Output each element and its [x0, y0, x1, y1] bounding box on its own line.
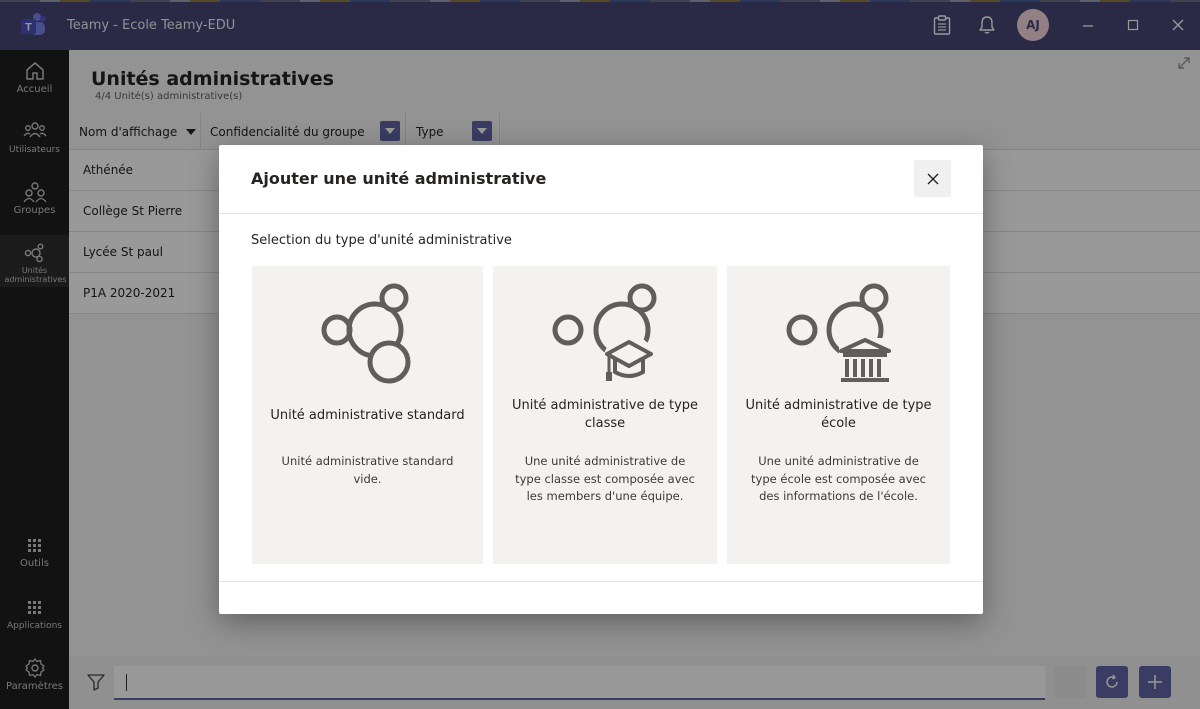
card-title: Unité administrative de type école	[745, 398, 932, 431]
add-admin-unit-dialog: Ajouter une unité administrative Selecti…	[219, 145, 983, 614]
close-icon	[927, 173, 938, 184]
card-standard-unit[interactable]: Unité administrative standard Unité admi…	[252, 266, 483, 564]
section-label: Selection du type d'unité administrative	[251, 233, 512, 248]
dialog-title: Ajouter une unité administrative	[251, 169, 547, 188]
card-title: Unité administrative de type classe	[511, 398, 699, 431]
card-school-unit[interactable]: Unité administrative de type école Une u…	[727, 266, 950, 564]
circles-graduation-cap-icon	[552, 283, 657, 386]
card-title: Unité administrative standard	[270, 408, 465, 423]
card-description: Unité administrative standard vide.	[281, 454, 454, 486]
dialog-divider	[219, 213, 983, 214]
circles-icon	[321, 283, 410, 384]
dialog-footer-divider	[219, 581, 983, 582]
circles-school-building-icon	[786, 283, 891, 384]
close-dialog-button[interactable]	[914, 160, 951, 197]
card-description: Une unité administrative de type école e…	[751, 454, 926, 503]
card-description: Une unité administrative de type classe …	[515, 454, 695, 503]
card-class-unit[interactable]: Unité administrative de type classe Une …	[493, 266, 717, 564]
